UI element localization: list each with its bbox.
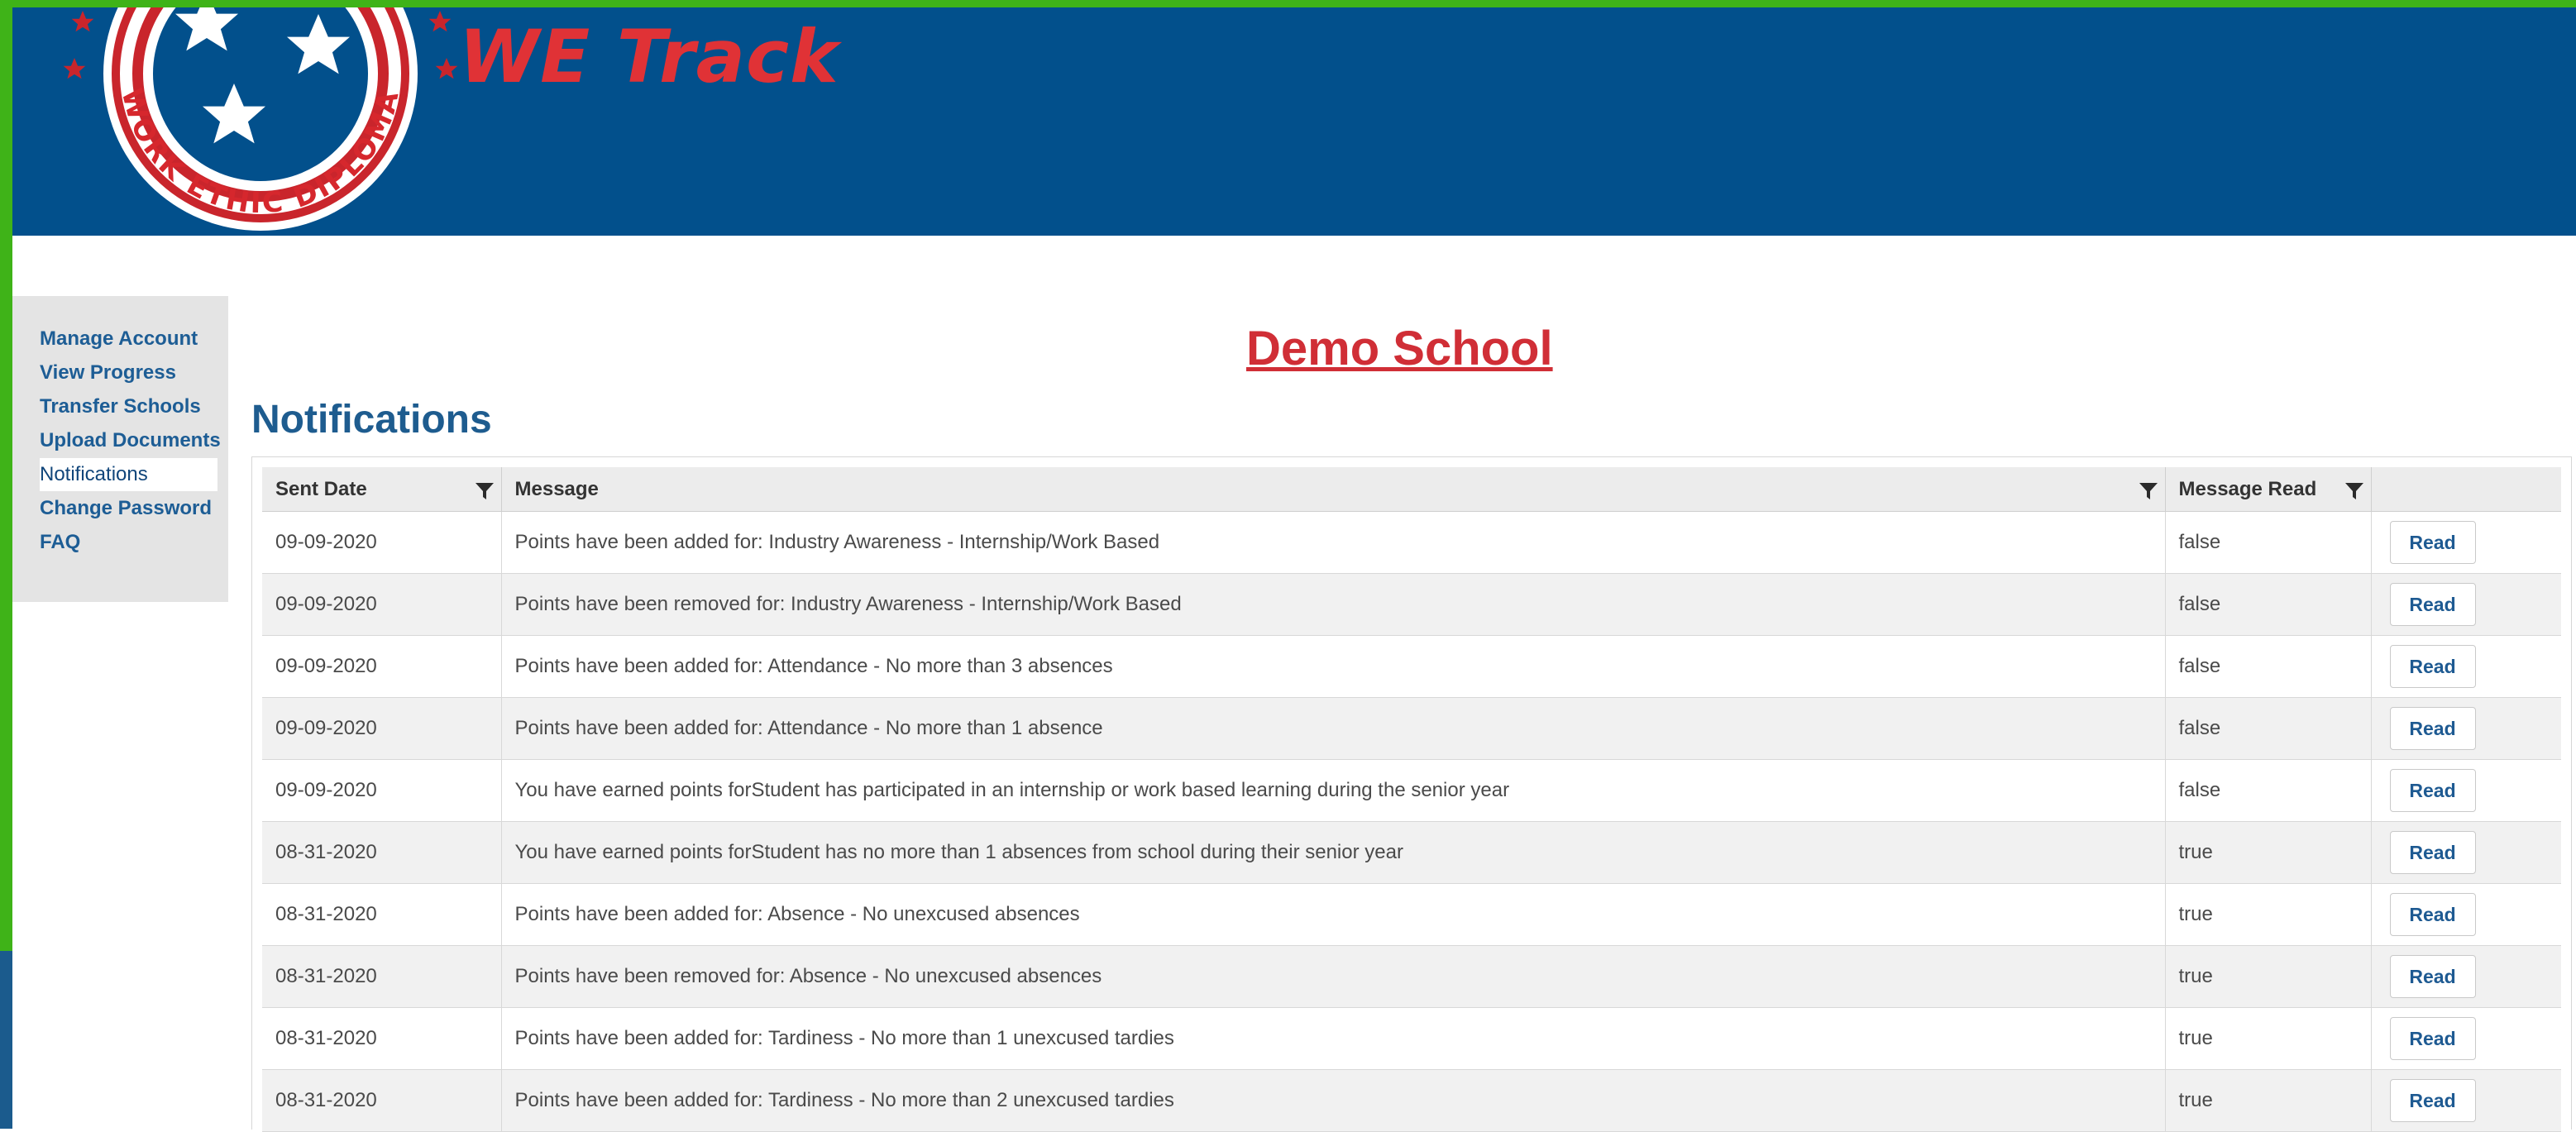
table-row: 09-09-2020 Points have been added for: A… [262, 635, 2561, 698]
read-button[interactable]: Read [2389, 831, 2476, 874]
message-cell: Points have been added for: Absence - No… [501, 883, 2166, 946]
sidebar-item-upload-documents[interactable]: Upload Documents [40, 424, 221, 457]
message-cell: Points have been removed for: Absence - … [501, 945, 2166, 1008]
school-name-link[interactable]: Demo School [1246, 321, 1553, 376]
sent-date-cell: 09-09-2020 [262, 635, 502, 698]
message-cell: Points have been added for: Attendance -… [501, 635, 2166, 698]
read-button[interactable]: Read [2389, 769, 2476, 812]
filter-icon[interactable] [475, 482, 495, 500]
message-cell: Points have been added for: Tardiness - … [501, 1007, 2166, 1070]
actions-cell: Read [2371, 697, 2561, 760]
table-row: 08-31-2020 Points have been removed for:… [262, 945, 2561, 1008]
column-header-label: Message [514, 477, 599, 500]
read-button[interactable]: Read [2389, 707, 2476, 750]
actions-cell: Read [2371, 573, 2561, 636]
sent-date-cell: 08-31-2020 [262, 883, 502, 946]
message-read-cell: true [2165, 821, 2372, 884]
sent-date-cell: 09-09-2020 [262, 697, 502, 760]
actions-cell: Read [2371, 1007, 2561, 1070]
message-cell: Points have been removed for: Industry A… [501, 573, 2166, 636]
table-header-row: Sent Date Message Message Read [262, 467, 2561, 512]
filter-icon[interactable] [2139, 482, 2158, 500]
read-button[interactable]: Read [2389, 1017, 2476, 1060]
column-header-message-read[interactable]: Message Read [2165, 467, 2372, 512]
notifications-table: Sent Date Message Message Read 09-09-202… [262, 467, 2561, 1132]
message-read-cell: false [2165, 759, 2372, 822]
sidebar-item-transfer-schools[interactable]: Transfer Schools [40, 390, 201, 423]
sent-date-cell: 08-31-2020 [262, 1007, 502, 1070]
site-header: WORK ETHIC DIPLOMA WE Track [12, 7, 2576, 236]
sent-date-cell: 09-09-2020 [262, 511, 502, 574]
message-read-cell: false [2165, 573, 2372, 636]
column-header-label: Sent Date [275, 477, 367, 500]
message-read-cell: true [2165, 1069, 2372, 1132]
table-row: 08-31-2020 You have earned points forStu… [262, 821, 2561, 884]
read-button[interactable]: Read [2389, 645, 2476, 688]
actions-cell: Read [2371, 511, 2561, 574]
message-cell: Points have been added for: Tardiness - … [501, 1069, 2166, 1132]
column-header-actions [2371, 467, 2561, 512]
actions-cell: Read [2371, 821, 2561, 884]
table-row: 08-31-2020 Points have been added for: T… [262, 1007, 2561, 1070]
read-button[interactable]: Read [2389, 521, 2476, 564]
column-header-label: Message Read [2178, 477, 2317, 500]
read-button[interactable]: Read [2389, 955, 2476, 998]
table-row: 09-09-2020 Points have been added for: A… [262, 697, 2561, 760]
read-button[interactable]: Read [2389, 583, 2476, 626]
notifications-grid: Sent Date Message Message Read 09-09-202… [251, 456, 2572, 1132]
table-row: 09-09-2020 Points have been removed for:… [262, 573, 2561, 636]
work-ethic-diploma-logo[interactable]: WORK ETHIC DIPLOMA [29, 7, 476, 236]
column-header-message[interactable]: Message [501, 467, 2166, 512]
message-read-cell: false [2165, 635, 2372, 698]
app-title: WE Track [459, 14, 839, 99]
message-read-cell: true [2165, 883, 2372, 946]
actions-cell: Read [2371, 635, 2561, 698]
sent-date-cell: 08-31-2020 [262, 1069, 502, 1132]
message-read-cell: true [2165, 1007, 2372, 1070]
message-cell: You have earned points forStudent has no… [501, 821, 2166, 884]
message-cell: Points have been added for: Industry Awa… [501, 511, 2166, 574]
sent-date-cell: 09-09-2020 [262, 759, 502, 822]
message-cell: You have earned points forStudent has pa… [501, 759, 2166, 822]
sent-date-cell: 08-31-2020 [262, 821, 502, 884]
table-row: 09-09-2020 Points have been added for: I… [262, 511, 2561, 574]
sidebar-item-notifications[interactable]: Notifications [40, 458, 217, 491]
sidebar-item-view-progress[interactable]: View Progress [40, 356, 176, 389]
actions-cell: Read [2371, 945, 2561, 1008]
actions-cell: Read [2371, 1069, 2561, 1132]
message-cell: Points have been added for: Attendance -… [501, 697, 2166, 760]
left-accent-bar [0, 0, 12, 951]
column-header-sent-date[interactable]: Sent Date [262, 467, 502, 512]
sent-date-cell: 09-09-2020 [262, 573, 502, 636]
filter-icon[interactable] [2344, 482, 2364, 500]
message-read-cell: true [2165, 945, 2372, 1008]
top-accent-bar [0, 0, 2576, 7]
read-button[interactable]: Read [2389, 1079, 2476, 1122]
left-accent-bar-bottom [0, 951, 12, 1129]
sent-date-cell: 08-31-2020 [262, 945, 502, 1008]
sidebar-nav: Manage Account View Progress Transfer Sc… [12, 296, 228, 602]
sidebar-item-faq[interactable]: FAQ [40, 526, 80, 559]
actions-cell: Read [2371, 759, 2561, 822]
table-row: 08-31-2020 Points have been added for: A… [262, 883, 2561, 946]
sidebar-item-manage-account[interactable]: Manage Account [40, 322, 198, 356]
page-title: Notifications [251, 398, 492, 442]
table-row: 08-31-2020 Points have been added for: T… [262, 1069, 2561, 1132]
table-row: 09-09-2020 You have earned points forStu… [262, 759, 2561, 822]
actions-cell: Read [2371, 883, 2561, 946]
message-read-cell: false [2165, 511, 2372, 574]
read-button[interactable]: Read [2389, 893, 2476, 936]
sidebar-item-change-password[interactable]: Change Password [40, 492, 212, 525]
message-read-cell: false [2165, 697, 2372, 760]
